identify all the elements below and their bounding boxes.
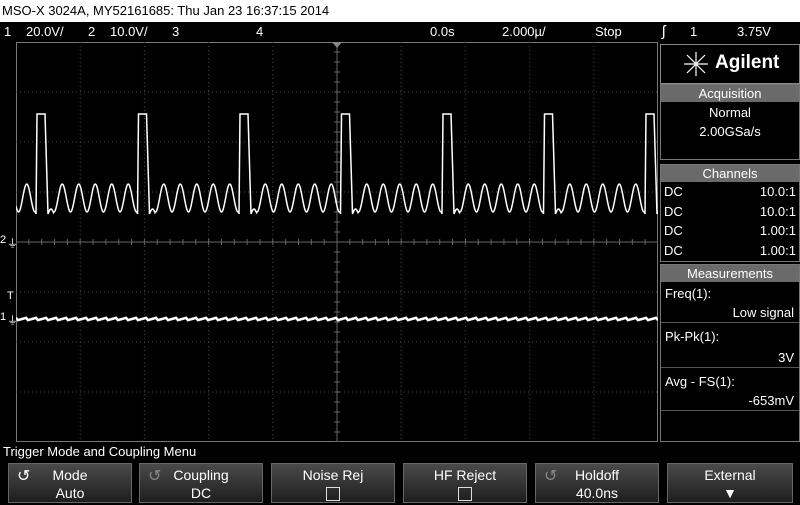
- softkey-label: Noise Rej: [302, 467, 364, 483]
- measurement-value: 3V: [661, 348, 799, 368]
- measurements-panel[interactable]: Measurements Freq(1): Low signal Pk-Pk(1…: [660, 264, 800, 442]
- horizontal-delay[interactable]: 0.0s: [430, 22, 455, 42]
- ch3-number[interactable]: 3: [172, 22, 179, 42]
- hf-reject-checkbox[interactable]: [458, 487, 472, 501]
- ch1-ground-marker[interactable]: 1: [0, 311, 6, 323]
- external-softkey[interactable]: External ▼: [667, 463, 793, 503]
- brand-name: Agilent: [715, 52, 780, 73]
- waveform-graticule: [15, 41, 659, 443]
- run-state[interactable]: Stop: [595, 22, 622, 42]
- measurement-label: Avg - FS(1):: [665, 374, 735, 389]
- softkey-bar: ↺ Mode Auto ↺ Coupling DC Noise Rej HF R…: [0, 461, 800, 503]
- menu-title: Trigger Mode and Coupling Menu: [0, 443, 800, 461]
- channel-row: DC 10.0:1: [664, 184, 796, 199]
- delay-marker: [332, 42, 342, 48]
- softkey-value: DC: [190, 485, 212, 501]
- ch2-ground-marker[interactable]: 2: [0, 234, 6, 246]
- noise-reject-checkbox[interactable]: [326, 487, 340, 501]
- softkey-label: HF Reject: [433, 467, 497, 483]
- ch2-scale[interactable]: 10.0V/: [110, 22, 148, 42]
- mode-softkey[interactable]: ↺ Mode Auto: [8, 463, 132, 503]
- info-sidebar: Agilent Acquisition Normal 2.00GSa/s Cha…: [660, 44, 800, 442]
- spark-icon: [684, 52, 708, 76]
- softkey-label: External: [704, 467, 756, 483]
- softkey-value: 40.0ns: [575, 485, 619, 501]
- timebase[interactable]: 2.000µ/: [502, 22, 546, 42]
- acquisition-mode: Normal: [709, 105, 751, 120]
- arrow-down-icon: ▼: [723, 485, 737, 501]
- measurement-value: Low signal: [661, 303, 799, 323]
- measurement-value: -653mV: [661, 391, 799, 411]
- coupling-softkey[interactable]: ↺ Coupling DC: [139, 463, 263, 503]
- rotate-knob-icon: ↺: [17, 468, 31, 485]
- acquisition-header: Acquisition: [661, 85, 799, 102]
- waveform-display[interactable]: [15, 41, 659, 443]
- trigger-slope-icon: ʃ: [662, 23, 666, 40]
- channels-header: Channels: [661, 165, 799, 182]
- window-title: MSO-X 3024A, MY52161685: Thu Jan 23 16:3…: [0, 0, 800, 22]
- acquisition-panel[interactable]: Acquisition Normal 2.00GSa/s: [660, 84, 800, 160]
- trigger-level-marker[interactable]: T: [7, 290, 14, 302]
- rotate-knob-icon: ↺: [544, 468, 558, 485]
- softkey-value: Auto: [55, 485, 85, 501]
- brand-logo: Agilent: [660, 44, 800, 84]
- ch2-number[interactable]: 2: [88, 22, 95, 42]
- channels-panel[interactable]: Channels DC 10.0:1 DC 10.0:1 DC 1.00:1 DC 1.…: [660, 164, 800, 262]
- holdoff-softkey[interactable]: ↺ Holdoff 40.0ns: [535, 463, 659, 503]
- channel-row: DC 1.00:1: [664, 223, 796, 238]
- trigger-level[interactable]: 3.75V: [737, 22, 771, 42]
- rotate-knob-icon: ↺: [148, 468, 162, 485]
- hf-reject-softkey[interactable]: HF Reject: [403, 463, 527, 503]
- measurements-header: Measurements: [661, 265, 799, 282]
- noise-reject-softkey[interactable]: Noise Rej: [271, 463, 395, 503]
- sample-rate: 2.00GSa/s: [699, 124, 761, 139]
- channel-row: DC 1.00:1: [664, 242, 796, 258]
- ch1-number[interactable]: 1: [4, 22, 11, 42]
- channel-row: DC 10.0:1: [664, 203, 796, 219]
- measurement-label: Freq(1):: [665, 286, 712, 301]
- ch1-trace: [15, 316, 659, 322]
- ch1-scale[interactable]: 20.0V/: [26, 22, 64, 42]
- trigger-source[interactable]: 1: [690, 22, 697, 42]
- measurement-label: Pk-Pk(1):: [665, 329, 720, 344]
- status-bar: 1 20.0V/ 2 10.0V/ 3 4 0.0s 2.000µ/ Stop …: [0, 22, 800, 42]
- ch4-number[interactable]: 4: [256, 22, 263, 42]
